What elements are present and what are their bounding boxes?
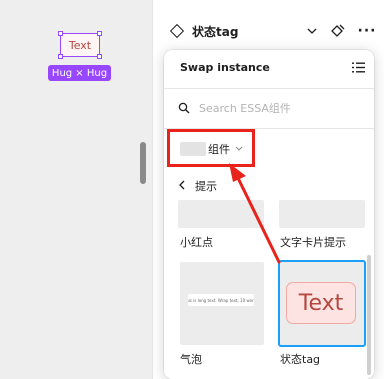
diamond-icon [169, 23, 185, 39]
folder-label: 提示 [195, 180, 217, 193]
component-label: 气泡 [180, 353, 202, 366]
edit-component-icon[interactable] [328, 22, 346, 40]
status-tag-preview: Text [286, 282, 356, 324]
component-label: 文字卡片提示 [280, 236, 346, 249]
component-label: 状态tag [280, 353, 321, 366]
component-thumbnail-bubble[interactable]: This is long text. Wrap text, 10 words [180, 262, 264, 345]
swap-instance-popup: Swap instance 组件 提示 [164, 50, 374, 379]
canvas[interactable]: Text Hug × Hug [0, 0, 152, 379]
popup-scrollbar[interactable] [367, 255, 371, 375]
component-label: 小红点 [180, 236, 213, 249]
instance-name: 状态tag [192, 24, 239, 39]
component-thumbnail-text-card[interactable] [279, 200, 365, 228]
canvas-scrollbar[interactable] [140, 142, 146, 184]
chevron-down-icon [307, 26, 317, 37]
selected-layer[interactable]: Text [58, 31, 102, 59]
list-view-icon[interactable] [352, 62, 365, 73]
annotation-highlight-box [167, 129, 255, 167]
size-badge: Hug × Hug [48, 65, 111, 81]
more-icon[interactable]: ··· [356, 22, 378, 40]
selected-layer-text: Text [68, 38, 92, 52]
back-navigation[interactable]: 提示 [178, 178, 217, 194]
search-input[interactable] [199, 101, 359, 115]
component-grid: 小红点 文字卡片提示 This is long text. Wrap text,… [164, 200, 374, 379]
popup-title: Swap instance [180, 61, 270, 74]
component-thumbnail-red-dot[interactable] [178, 200, 264, 228]
chevron-left-icon [178, 179, 185, 193]
bubble-preview: This is long text. Wrap text, 10 words [188, 294, 254, 306]
search-icon [178, 102, 190, 114]
search-bar [178, 97, 362, 119]
instance-selector[interactable]: 状态tag [161, 16, 325, 46]
component-thumbnail-status-tag[interactable]: Text [278, 260, 366, 347]
divider [164, 88, 374, 89]
